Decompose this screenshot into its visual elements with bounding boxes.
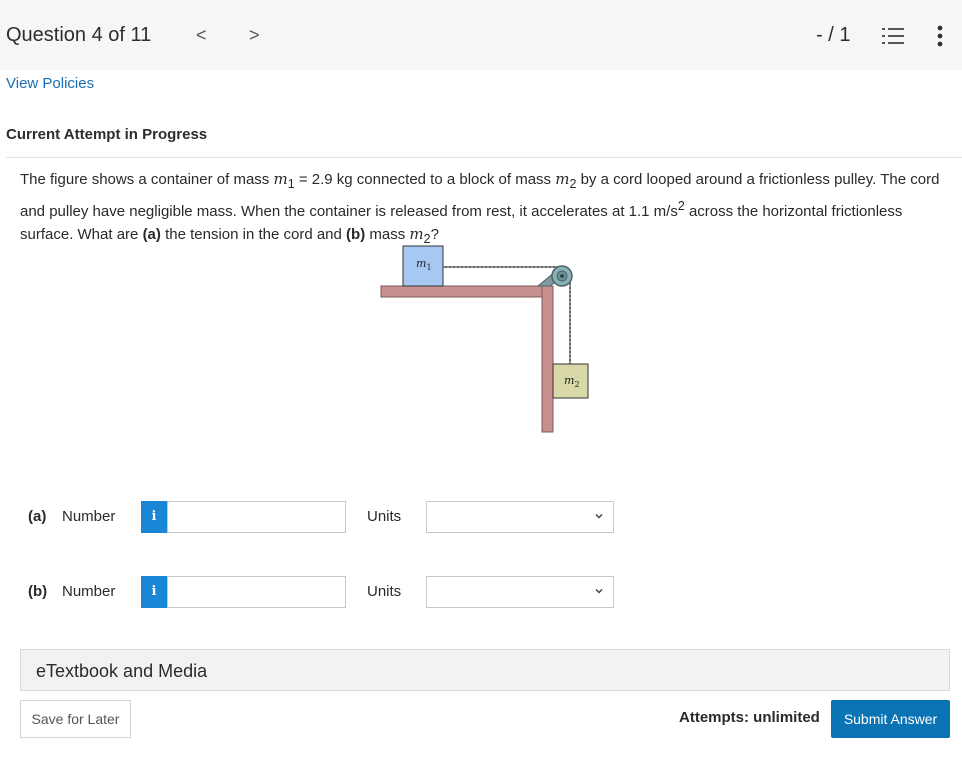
- table-leg: [541, 285, 554, 433]
- question-text: The figure shows a container of mass m1 …: [20, 170, 940, 246]
- part-label: (b): [28, 583, 48, 600]
- question-counter: Question 4 of 11: [6, 24, 152, 46]
- number-input-a[interactable]: [167, 501, 346, 533]
- score-display: - / 1: [816, 24, 851, 46]
- number-label: Number: [62, 583, 116, 600]
- chevron-down-icon: [595, 588, 603, 594]
- pulley-figure: m1 m2: [380, 245, 589, 433]
- table-top: [380, 285, 554, 298]
- chevron-down-icon: [595, 513, 603, 519]
- units-select-a[interactable]: [426, 501, 614, 533]
- etextbook-media-panel[interactable]: eTextbook and Media: [20, 649, 950, 691]
- top-bar: Question 4 of 11 < > - / 1: [0, 0, 962, 70]
- more-vertical-icon[interactable]: [936, 25, 944, 47]
- part-label: (a): [28, 508, 47, 525]
- m2-label: m: [564, 374, 574, 387]
- m1-sub: 1: [426, 263, 431, 272]
- submit-answer-button[interactable]: Submit Answer: [831, 700, 950, 738]
- units-label: Units: [367, 583, 402, 600]
- list-icon[interactable]: [882, 27, 904, 45]
- number-input-b[interactable]: [167, 576, 346, 608]
- chevron-left-icon[interactable]: <: [196, 25, 207, 46]
- answer-row-a: (a) Number i Units: [0, 500, 962, 534]
- number-label: Number: [62, 508, 116, 525]
- info-icon[interactable]: i: [141, 501, 167, 533]
- m1-label: m: [416, 257, 426, 270]
- answer-row-b: (b) Number i Units: [0, 575, 962, 609]
- units-label: Units: [367, 508, 402, 525]
- save-for-later-button[interactable]: Save for Later: [20, 700, 131, 738]
- attempt-heading: Current Attempt in Progress: [6, 126, 208, 143]
- attempts-status: Attempts: unlimited: [679, 709, 820, 726]
- chevron-right-icon[interactable]: >: [249, 25, 260, 46]
- info-icon[interactable]: i: [141, 576, 167, 608]
- view-policies-link[interactable]: View Policies: [6, 75, 94, 92]
- m2-sub: 2: [574, 380, 579, 389]
- units-select-b[interactable]: [426, 576, 614, 608]
- divider: [6, 157, 962, 158]
